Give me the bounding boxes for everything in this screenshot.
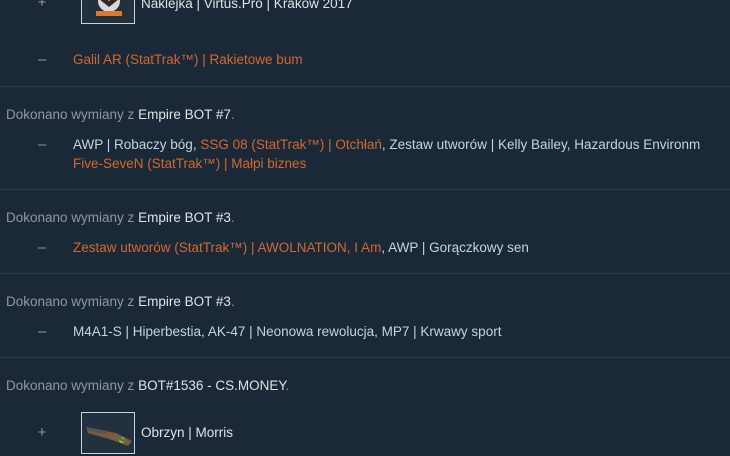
trade-partner-link[interactable]: Empire BOT #7: [138, 107, 231, 122]
item-list-line[interactable]: M4A1-S | Hiperbestia, AK-47 | Neonowa re…: [73, 324, 501, 339]
trade-partner-link[interactable]: BOT#1536 - CS.MONEY: [138, 378, 286, 393]
trade-header: Dokonano wymiany z Empire BOT #7.: [6, 107, 235, 122]
divider: [0, 189, 730, 190]
sawed-off-gun-icon[interactable]: [81, 412, 135, 454]
vp-sticker-icon[interactable]: [81, 0, 135, 24]
item-galil-label[interactable]: Galil AR (StatTrak™) | Rakietowe bum: [73, 52, 303, 67]
trade-header: Dokonano wymiany z Empire BOT #3.: [6, 294, 235, 309]
item-ssg-label[interactable]: SSG 08 (StatTrak™) | Otchłań: [200, 137, 382, 152]
removed-sign: –: [37, 239, 47, 256]
divider: [0, 357, 730, 358]
trade-partner-link[interactable]: Empire BOT #3: [138, 210, 231, 225]
trade-header: Dokonano wymiany z BOT#1536 - CS.MONEY.: [6, 378, 290, 393]
trade-header: Dokonano wymiany z Empire BOT #3.: [6, 210, 235, 225]
divider: [0, 273, 730, 274]
item-music-kit-label[interactable]: , Zestaw utworów | Kelly Bailey, Hazardo…: [382, 137, 700, 152]
item-awp-label[interactable]: , AWP | Gorączkowy sen: [381, 240, 529, 255]
item-music-kit-label[interactable]: Zestaw utworów (StatTrak™) | AWOLNATION,…: [73, 240, 381, 255]
removed-sign: –: [37, 323, 47, 340]
removed-sign: –: [37, 136, 47, 153]
divider: [0, 86, 730, 87]
item-list-line: AWP | Robaczy bóg, SSG 08 (StatTrak™) | …: [73, 137, 700, 152]
item-sawed-off-label[interactable]: Obrzyn | Morris: [141, 425, 233, 440]
item-awp-label[interactable]: AWP | Robaczy bóg,: [73, 137, 200, 152]
item-five-seven-label[interactable]: Five-SeveN (StatTrak™) | Małpi biznes: [73, 156, 306, 171]
item-sticker-label[interactable]: Naklejka | Virtus.Pro | Kraków 2017: [141, 0, 353, 11]
item-list-line: Zestaw utworów (StatTrak™) | AWOLNATION,…: [73, 240, 529, 255]
added-sign: +: [37, 0, 47, 11]
added-sign: +: [37, 424, 47, 441]
removed-sign: –: [37, 51, 47, 68]
trade-partner-link[interactable]: Empire BOT #3: [138, 294, 231, 309]
